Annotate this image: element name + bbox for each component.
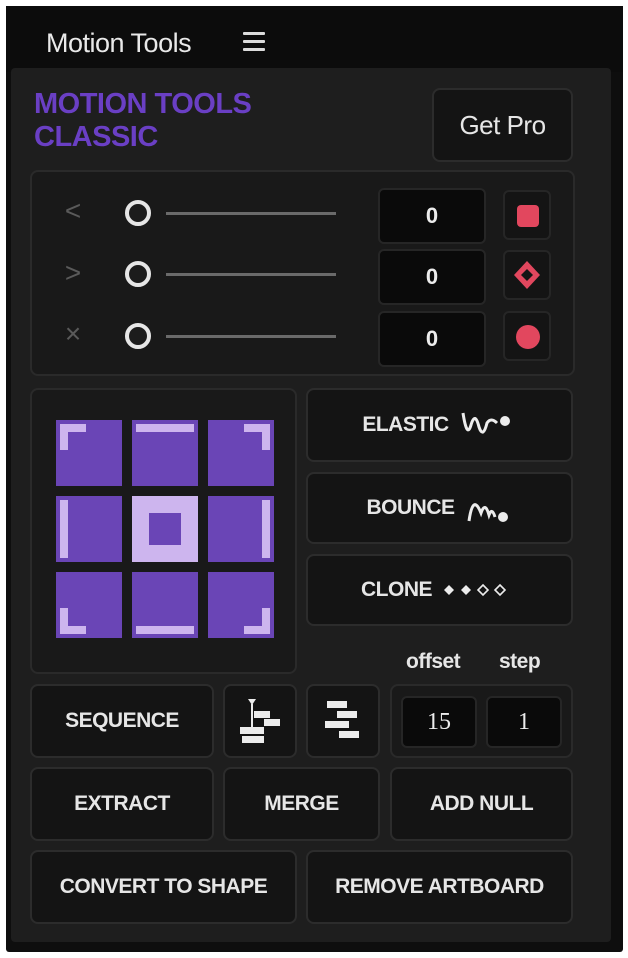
slider-track[interactable] [166, 335, 336, 338]
anchor-middle-left[interactable] [56, 496, 122, 562]
panel-tab-bar: Motion Tools [6, 6, 623, 72]
offset-label: offset [406, 650, 461, 673]
hamburger-menu-icon[interactable] [243, 32, 265, 52]
keyframe-diamond-button[interactable] [503, 250, 551, 300]
square-keyframe-icon [517, 205, 539, 227]
anchor-top-left[interactable] [56, 420, 122, 486]
panel-tab-title[interactable]: Motion Tools [46, 28, 192, 59]
ease-in-slider-knob[interactable] [125, 200, 151, 226]
anchor-center[interactable] [132, 496, 198, 562]
sequence-stagger-up-button[interactable] [306, 684, 380, 758]
anchor-bottom-left[interactable] [56, 572, 122, 638]
slider-track[interactable] [166, 212, 336, 215]
offset-input[interactable]: 15 [401, 696, 477, 748]
step-label: step [499, 650, 541, 673]
stagger-down-icon [240, 699, 280, 743]
anchor-top-center[interactable] [132, 420, 198, 486]
anchor-middle-right[interactable] [208, 496, 274, 562]
ease-in-icon: < [64, 195, 82, 226]
third-value-input[interactable]: 0 [378, 311, 486, 367]
circle-keyframe-icon [516, 325, 540, 349]
elastic-button[interactable]: ELASTIC [306, 388, 573, 462]
bounce-label: BOUNCE [366, 496, 455, 519]
stagger-up-icon [325, 701, 359, 738]
anchor-top-right[interactable] [208, 420, 274, 486]
brand-line-1: MOTION TOOLS [34, 88, 252, 120]
slider-track[interactable] [166, 273, 336, 276]
brand-logo: MOTION TOOLS CLASSIC [34, 88, 252, 154]
remove-artboard-button[interactable]: REMOVE ARTBOARD [306, 850, 573, 924]
extract-button[interactable]: EXTRACT [30, 767, 214, 841]
bounce-curve-icon [467, 503, 508, 522]
add-null-button[interactable]: ADD NULL [390, 767, 573, 841]
anchor-bottom-right[interactable] [208, 572, 274, 638]
elastic-label: ELASTIC [362, 413, 449, 436]
keyframe-square-button[interactable] [503, 190, 551, 240]
get-pro-button[interactable]: Get Pro [432, 88, 573, 162]
brand-line-2: CLASSIC [34, 121, 158, 153]
sequence-stagger-down-button[interactable] [223, 684, 297, 758]
clone-button[interactable]: CLONE [306, 554, 573, 626]
close-icon: × [64, 318, 82, 349]
elastic-wave-icon [461, 412, 510, 434]
third-slider-knob[interactable] [125, 323, 151, 349]
clone-diamonds-icon [444, 583, 507, 597]
anchor-bottom-center[interactable] [132, 572, 198, 638]
keyframe-circle-button[interactable] [503, 311, 551, 361]
ease-out-value-input[interactable]: 0 [378, 249, 486, 305]
step-input[interactable]: 1 [486, 696, 562, 748]
convert-to-shape-button[interactable]: CONVERT TO SHAPE [30, 850, 297, 924]
ease-out-slider-knob[interactable] [125, 261, 151, 287]
anchor-point-grid [56, 420, 274, 638]
diamond-keyframe-icon [514, 261, 540, 289]
clone-label: CLONE [361, 578, 433, 601]
merge-button[interactable]: MERGE [223, 767, 380, 841]
sequence-button[interactable]: SEQUENCE [30, 684, 214, 758]
bounce-button[interactable]: BOUNCE [306, 472, 573, 544]
ease-out-icon: > [64, 257, 82, 288]
ease-in-value-input[interactable]: 0 [378, 188, 486, 244]
